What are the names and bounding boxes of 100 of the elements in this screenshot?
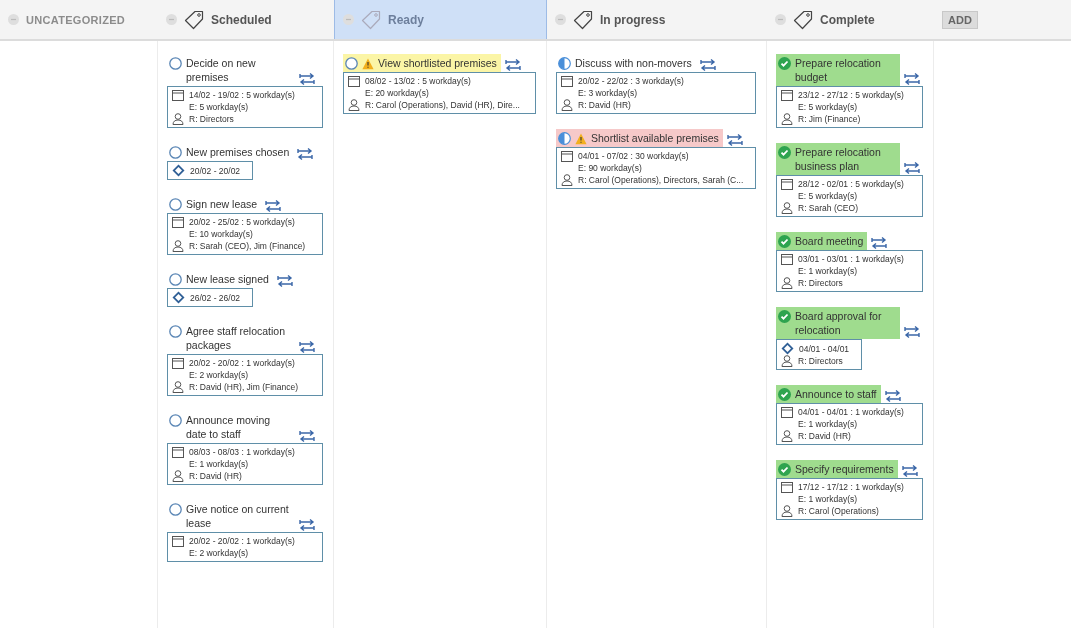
resources-text: R: Carol (Operations), David (HR), Dire... (365, 99, 520, 111)
resources-text: R: Sarah (CEO) (798, 202, 858, 214)
empty-circle-icon[interactable] (169, 503, 182, 516)
column-header[interactable]: In progress (547, 0, 767, 39)
person-icon (172, 113, 184, 125)
calendar-icon (781, 253, 793, 265)
effort-text: E: 10 workday(s) (189, 228, 253, 240)
card-title[interactable]: Board approval for relocation (795, 309, 896, 337)
card-title[interactable]: Sign new lease (186, 197, 258, 211)
resources-text: R: Carol (Operations), Directors, Sarah (C... (578, 174, 744, 186)
effort-text: E: 5 workday(s) (189, 101, 249, 113)
card-title[interactable]: New premises chosen (186, 145, 290, 159)
date-range-text: 26/02 - 26/02 (190, 291, 241, 304)
link-arrows-icon[interactable] (904, 161, 920, 175)
card-title[interactable]: View shortlisted premises (378, 56, 497, 70)
empty-circle-icon[interactable] (345, 57, 358, 70)
date-range-text: 04/01 - 04/01 : 1 workday(s) (798, 406, 904, 418)
card-title[interactable]: New lease signed (186, 272, 269, 286)
person-icon (781, 355, 793, 367)
date-range-text: 20/02 - 20/02 : 1 workday(s) (189, 357, 295, 369)
calendar-icon (781, 406, 793, 418)
calendar-icon (781, 481, 793, 493)
person-icon (172, 381, 184, 393)
column-header[interactable]: Scheduled (158, 0, 334, 39)
effort-text: E: 1 workday(s) (798, 493, 858, 505)
calendar-icon (348, 75, 360, 87)
card-title[interactable]: Board meeting (795, 234, 864, 248)
check-circle-icon[interactable] (778, 388, 791, 401)
date-range-text: 20/02 - 20/02 (190, 164, 241, 177)
date-range-text: 03/01 - 03/01 : 1 workday(s) (798, 253, 904, 265)
half-circle-icon[interactable] (558, 132, 571, 145)
calendar-icon (172, 446, 184, 458)
tag-icon (573, 9, 593, 30)
link-arrows-icon[interactable] (901, 464, 918, 478)
effort-text: E: 20 workday(s) (365, 87, 429, 99)
resources-text: R: Directors (798, 277, 843, 289)
resources-text: R: David (HR), Jim (Finance) (189, 381, 299, 393)
person-icon (781, 505, 793, 517)
add-button[interactable]: ADD (942, 10, 978, 29)
card-title[interactable]: Give notice on current lease (186, 502, 291, 530)
person-icon (172, 240, 184, 252)
resources-text: R: Carol (Operations) (798, 505, 879, 517)
link-arrows-icon[interactable] (726, 133, 743, 147)
effort-text: E: 3 workday(s) (578, 87, 638, 99)
check-circle-icon[interactable] (778, 57, 791, 70)
resources-text: R: Directors (798, 355, 843, 367)
link-arrows-icon[interactable] (299, 429, 315, 443)
milestone-diamond-icon (172, 164, 185, 177)
resources-text: R: David (HR) (189, 470, 242, 482)
milestone-diamond-icon (172, 291, 185, 304)
date-range-text: 04/01 - 04/01 (799, 342, 850, 355)
card-title[interactable]: Agree staff relocation packages (186, 324, 291, 352)
card-title[interactable]: Specify requirements (795, 462, 894, 476)
empty-circle-icon[interactable] (169, 414, 182, 427)
link-arrows-icon[interactable] (276, 274, 293, 288)
person-icon (172, 470, 184, 482)
tag-icon (184, 9, 204, 30)
card-title[interactable]: Prepare relocation budget (795, 56, 896, 84)
card-title[interactable]: Decide on new premises (186, 56, 291, 84)
link-arrows-icon[interactable] (299, 518, 315, 532)
date-range-text: 04/01 - 07/02 : 30 workday(s) (578, 150, 689, 162)
card-title[interactable]: Announce moving date to staff (186, 413, 291, 441)
link-arrows-icon[interactable] (871, 236, 888, 250)
empty-circle-icon[interactable] (169, 273, 182, 286)
column-header[interactable]: Complete (767, 0, 934, 39)
card-title[interactable]: Prepare relocation business plan (795, 145, 896, 173)
link-arrows-icon[interactable] (265, 199, 282, 213)
check-circle-icon[interactable] (778, 235, 791, 248)
empty-circle-icon[interactable] (169, 57, 182, 70)
link-arrows-icon[interactable] (299, 72, 315, 86)
effort-text: E: 1 workday(s) (189, 458, 249, 470)
date-range-text: 20/02 - 22/02 : 3 workday(s) (578, 75, 684, 87)
effort-text: E: 5 workday(s) (798, 190, 858, 202)
date-range-text: 08/03 - 08/03 : 1 workday(s) (189, 446, 295, 458)
tag-icon (361, 9, 381, 30)
resources-text: R: Sarah (CEO), Jim (Finance) (189, 240, 306, 252)
person-icon (781, 430, 793, 442)
card-title[interactable]: Discuss with non-movers (575, 56, 692, 70)
check-circle-icon[interactable] (778, 463, 791, 476)
empty-circle-icon[interactable] (169, 198, 182, 211)
link-arrows-icon[interactable] (884, 389, 901, 403)
link-arrows-icon[interactable] (904, 325, 920, 339)
card-title[interactable]: Announce to staff (795, 387, 877, 401)
check-circle-icon[interactable] (778, 310, 791, 323)
effort-text: E: 2 workday(s) (189, 369, 249, 381)
resources-text: R: Jim (Finance) (798, 113, 861, 125)
link-arrows-icon[interactable] (297, 147, 314, 161)
person-icon (781, 113, 793, 125)
link-arrows-icon[interactable] (904, 72, 920, 86)
link-arrows-icon[interactable] (504, 58, 521, 72)
empty-circle-icon[interactable] (169, 146, 182, 159)
date-range-text: 28/12 - 02/01 : 5 workday(s) (798, 178, 904, 190)
check-circle-icon[interactable] (778, 146, 791, 159)
half-circle-icon[interactable] (558, 57, 571, 70)
link-arrows-icon[interactable] (699, 58, 716, 72)
date-range-text: 20/02 - 20/02 : 1 workday(s) (189, 535, 295, 547)
empty-circle-icon[interactable] (169, 325, 182, 338)
calendar-icon (781, 178, 793, 190)
link-arrows-icon[interactable] (299, 340, 315, 354)
card-title[interactable]: Shortlist available premises (591, 131, 719, 145)
